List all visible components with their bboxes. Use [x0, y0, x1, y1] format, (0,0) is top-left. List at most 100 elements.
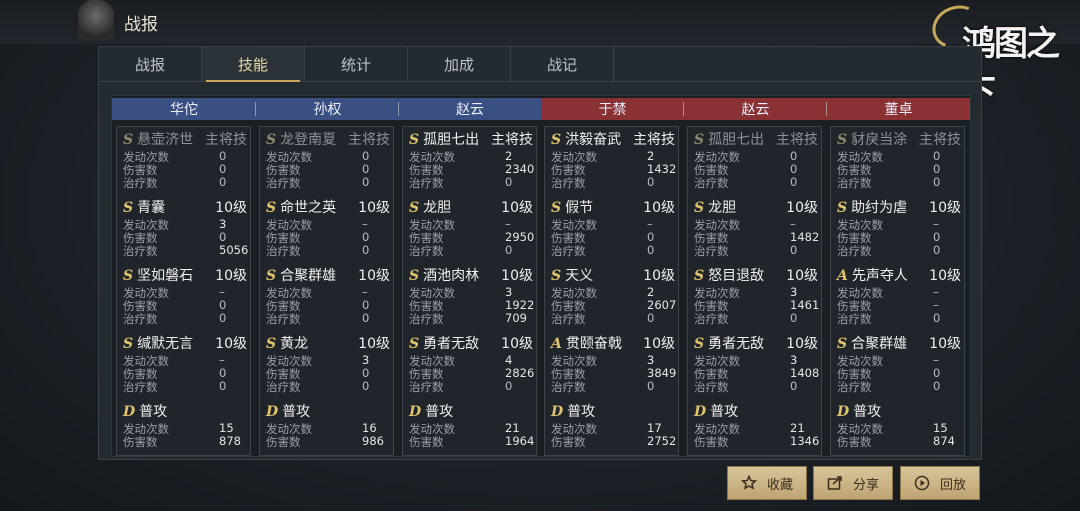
stat-value: 21 [505, 421, 520, 435]
skill-grade: S [837, 200, 848, 216]
stat-row-trigger: 发动次数 17 [551, 421, 675, 436]
stat-value: 3 [362, 353, 370, 367]
stat-label: 治疗数 [409, 244, 444, 258]
tab-2[interactable]: 统计 [305, 47, 408, 81]
skill-name: 黄龙 [280, 336, 309, 352]
stat-label: 伤害数 [409, 435, 444, 449]
tab-4[interactable]: 战记 [511, 47, 614, 81]
tab-1[interactable]: 技能 [202, 47, 305, 82]
skill-level: 10级 [643, 268, 675, 284]
skill-name: 豺戾当涂 [851, 132, 908, 148]
tab-3[interactable]: 加成 [408, 47, 511, 81]
stat-value: – [219, 353, 225, 367]
skill-grade: S [409, 200, 420, 216]
stat-value: – [362, 217, 368, 231]
skill-name: 酒池肉林 [423, 268, 480, 284]
stat-label: 治疗数 [694, 380, 729, 394]
stat-row-heal: 治疗数 0 [266, 379, 390, 394]
stat-value: 0 [790, 379, 798, 393]
stat-value: 0 [790, 175, 798, 189]
stat-row-damage: 伤害数 0 [837, 230, 961, 245]
stat-row-damage: 伤害数 1964 [409, 434, 535, 449]
stat-row-trigger: 发动次数 0 [266, 149, 390, 164]
skill-grade: D [837, 404, 850, 420]
stat-row-damage: 伤害数 0 [694, 162, 818, 177]
stat-value: 0 [362, 243, 370, 257]
replay-button[interactable]: 回放 [900, 466, 980, 500]
stat-label: 伤害数 [694, 435, 729, 449]
skill-name: 助纣为虐 [851, 200, 908, 216]
skill-level: 主将技 [776, 132, 818, 148]
skill-level: 10级 [215, 268, 247, 284]
stat-label: 治疗数 [266, 244, 301, 258]
skill-grade: S [694, 132, 705, 148]
skill-grade: S [837, 132, 848, 148]
stat-value: 0 [362, 366, 370, 380]
stat-row-heal: 治疗数 0 [409, 243, 533, 258]
stat-row-heal: 治疗数 0 [694, 311, 818, 326]
skill-grade: D [409, 404, 422, 420]
stat-value: 1346 [790, 434, 820, 448]
stat-label: 治疗数 [409, 380, 444, 394]
stat-value: 2 [505, 149, 513, 163]
skill-grade: S [694, 336, 705, 352]
skill-title: D 普攻 [837, 401, 961, 420]
stat-row-damage: 伤害数 1346 [694, 434, 820, 449]
skill-name: 孤胆七出 [708, 132, 765, 148]
stat-row-heal: 治疗数 0 [694, 379, 818, 394]
skill-title: D 普攻 [266, 401, 390, 420]
skill-grade: S [551, 132, 562, 148]
favorite-button[interactable]: 收藏 [727, 466, 807, 500]
stat-value: – [933, 298, 939, 312]
skill-name: 普攻 [282, 404, 311, 420]
stat-row-damage: 伤害数 2607 [551, 298, 676, 313]
skill-level: 10级 [501, 200, 533, 216]
skill-name: 先声夺人 [851, 268, 908, 284]
top-bar: 战报 鸿图之下 [0, 0, 1080, 113]
skill-level: 10级 [358, 268, 390, 284]
stat-label: 治疗数 [837, 244, 872, 258]
stat-row-trigger: 发动次数 – [551, 217, 675, 232]
helmet-icon [78, 0, 114, 40]
skill-level: 10级 [786, 268, 818, 284]
stat-row-heal: 治疗数 0 [123, 379, 247, 394]
skill-grade: S [266, 268, 277, 284]
stat-value: – [933, 353, 939, 367]
stat-value: 1461 [790, 298, 820, 312]
stat-value: 0 [933, 366, 941, 380]
skill-name: 缄默无言 [137, 336, 194, 352]
stat-row-heal: 治疗数 709 [409, 311, 533, 326]
stat-row-trigger: 发动次数 – [837, 285, 961, 300]
skill-level: 10级 [786, 336, 818, 352]
stat-row-trigger: 发动次数 3 [123, 217, 247, 232]
stat-value: 1964 [505, 434, 535, 448]
stat-row-trigger: 发动次数 – [409, 217, 533, 232]
button-label: 回放 [939, 477, 966, 493]
stat-value: – [362, 285, 368, 299]
stat-row-heal: 治疗数 0 [266, 175, 390, 190]
stat-row-damage: 伤害数 2950 [409, 230, 534, 245]
skill-grade: S [123, 336, 134, 352]
stat-row-trigger: 发动次数 15 [837, 421, 961, 436]
skill-name: 怒目退敌 [708, 268, 765, 284]
stat-value: 1432 [647, 162, 677, 176]
stat-value: – [933, 217, 939, 231]
stat-value: 4 [505, 353, 513, 367]
stat-value: 3849 [647, 366, 677, 380]
stat-row-trigger: 发动次数 16 [266, 421, 390, 436]
skill-name: 合聚群雄 [851, 336, 908, 352]
skill-name: 普攻 [853, 404, 882, 420]
skill-level: 10级 [215, 336, 247, 352]
stat-label: 治疗数 [266, 176, 301, 190]
skill-grade: S [837, 336, 848, 352]
stat-value: 2340 [505, 162, 535, 176]
stat-row-damage: 伤害数 0 [123, 162, 247, 177]
share-button[interactable]: 分享 [813, 466, 893, 500]
stat-label: 治疗数 [694, 312, 729, 326]
skill-level: 10级 [215, 200, 247, 216]
stat-value: 0 [933, 379, 941, 393]
stat-value: 2 [647, 285, 655, 299]
tab-0[interactable]: 战报 [99, 47, 202, 81]
stat-row-heal: 治疗数 5056 [123, 243, 248, 258]
skill-title: D 普攻 [694, 401, 818, 420]
